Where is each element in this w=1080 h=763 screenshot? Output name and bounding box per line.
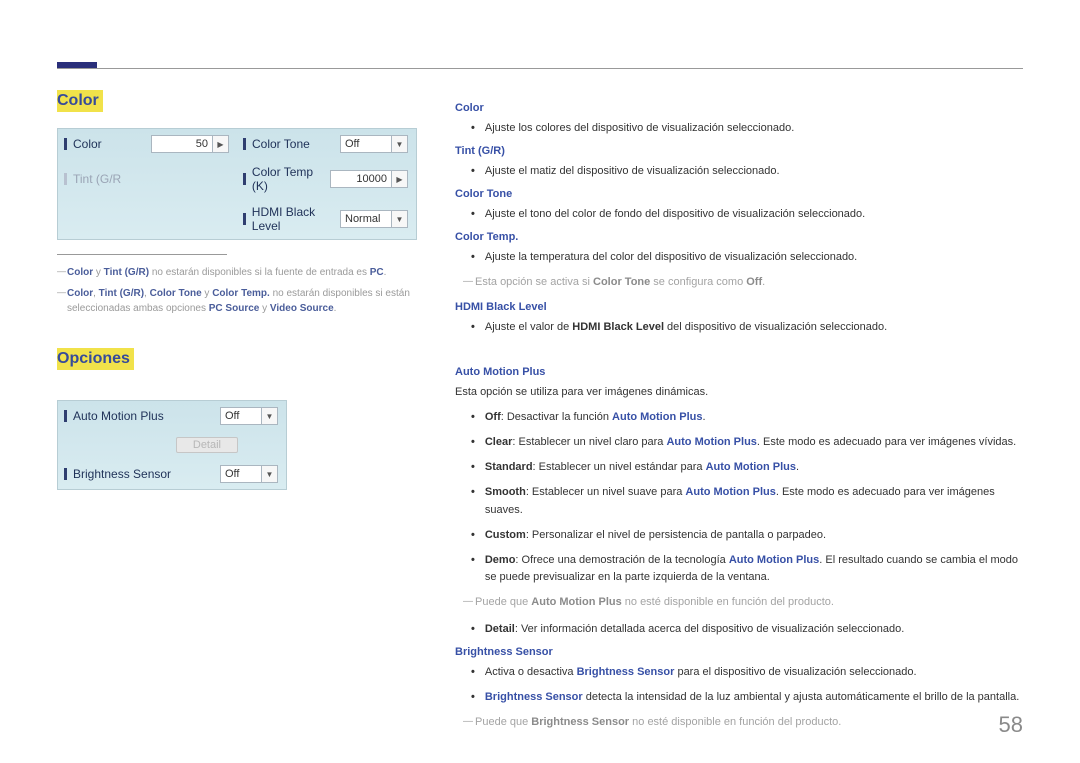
footnote-1: Color y Tint (G/R) no estarán disponible… [57, 265, 417, 280]
section-title-opciones: Opciones [57, 348, 134, 370]
note-bs: Puede que Brightness Sensor no esté disp… [463, 714, 1023, 731]
bullet: Demo: Ofrece una demostración de la tecn… [471, 552, 1023, 586]
hdmi-value[interactable]: Normal [340, 210, 392, 228]
bullet: Ajuste la temperatura del color del disp… [471, 249, 1023, 266]
temp-value[interactable]: 10000 [330, 170, 392, 188]
bullet: Ajuste el valor de HDMI Black Level del … [471, 319, 1023, 336]
temp-label-text: Color Temp (K) [252, 165, 330, 193]
bullet: Standard: Establecer un nivel estándar p… [471, 459, 1023, 476]
tint-label-text: Tint (G/R [73, 172, 121, 186]
opciones-panel: Auto Motion Plus Off ▼ Detail Brightness… [57, 400, 287, 490]
tone-label-text: Color Tone [252, 137, 310, 151]
hdmi-row: HDMI Black Level Normal ▼ [237, 199, 416, 239]
footnote-2: Color, Tint (G/R), Color Tone y Color Te… [57, 286, 417, 316]
bullet: Detail: Ver información detallada acerca… [471, 621, 1023, 638]
color-label-text: Color [73, 137, 102, 151]
triangle-right-icon[interactable]: ▶ [392, 170, 408, 188]
note-temp: Esta opción se activa si Color Tone se c… [463, 274, 1023, 291]
fn-kw: PC [370, 267, 384, 278]
head-tone: Color Tone [455, 188, 1023, 200]
head-amp: Auto Motion Plus [455, 366, 1023, 378]
hdmi-label: HDMI Black Level [243, 205, 340, 233]
bs-row: Brightness Sensor Off ▼ [58, 459, 286, 489]
bullet: Off: Desactivar la función Auto Motion P… [471, 409, 1023, 426]
amp-value[interactable]: Off [220, 407, 262, 425]
tone-value[interactable]: Off [340, 135, 392, 153]
note-amp: Puede que Auto Motion Plus no esté dispo… [463, 594, 1023, 611]
head-temp: Color Temp. [455, 231, 1023, 243]
bullet: Ajuste el tono del color de fondo del di… [471, 206, 1023, 223]
fn-kw: Video Source [270, 303, 334, 314]
bullet: Ajuste los colores del dispositivo de vi… [471, 120, 1023, 137]
head-bs: Brightness Sensor [455, 646, 1023, 658]
temp-label: Color Temp (K) [243, 165, 330, 193]
tint-label: Tint (G/R [64, 172, 121, 186]
fn-kw: Color [67, 288, 93, 299]
hdmi-label-text: HDMI Black Level [252, 205, 340, 233]
color-panel: Color 50 ▶ Color Tone Off ▼ Tint (G/R C [57, 128, 417, 240]
head-tint: Tint (G/R) [455, 145, 1023, 157]
chevron-down-icon[interactable]: ▼ [392, 135, 408, 153]
head-color: Color [455, 102, 1023, 114]
tone-label: Color Tone [243, 137, 310, 151]
chevron-down-icon[interactable]: ▼ [392, 210, 408, 228]
chevron-down-icon[interactable]: ▼ [262, 465, 278, 483]
detail-row: Detail [58, 431, 286, 459]
bullet: Brightness Sensor detecta la intensidad … [471, 689, 1023, 706]
fn-kw: Color Tone [150, 288, 202, 299]
bullet: Smooth: Establecer un nivel suave para A… [471, 484, 1023, 518]
footnote-separator [57, 254, 227, 255]
fn-kw: PC Source [209, 303, 260, 314]
fn-kw: Tint (G/R) [99, 288, 144, 299]
head-hdmi: HDMI Black Level [455, 301, 1023, 313]
fn-kw: Tint (G/R) [104, 267, 149, 278]
header-rule [57, 68, 1023, 69]
fn-kw: Color [67, 267, 93, 278]
chevron-down-icon[interactable]: ▼ [262, 407, 278, 425]
tone-row: Color Tone Off ▼ [237, 129, 416, 159]
section-title-color: Color [57, 90, 103, 112]
color-label: Color [64, 137, 102, 151]
amp-intro: Esta opción se utiliza para ver imágenes… [455, 384, 1023, 401]
bullet: Activa o desactiva Brightness Sensor par… [471, 664, 1023, 681]
bs-label-text: Brightness Sensor [73, 467, 171, 481]
bs-value[interactable]: Off [220, 465, 262, 483]
amp-label-text: Auto Motion Plus [73, 409, 164, 423]
fn-kw: Color Temp. [212, 288, 270, 299]
detail-button[interactable]: Detail [176, 437, 238, 453]
bs-label: Brightness Sensor [64, 467, 171, 481]
color-value[interactable]: 50 [151, 135, 213, 153]
tint-row: Tint (G/R [58, 159, 237, 199]
right-column: Color Ajuste los colores del dispositivo… [455, 98, 1023, 741]
left-column: Color Color 50 ▶ Color Tone Off ▼ Tint (… [57, 90, 417, 500]
bullet: Custom: Personalizar el nivel de persist… [471, 527, 1023, 544]
amp-label: Auto Motion Plus [64, 409, 164, 423]
temp-row: Color Temp (K) 10000 ▶ [237, 159, 416, 199]
bullet: Ajuste el matiz del dispositivo de visua… [471, 163, 1023, 180]
triangle-right-icon[interactable]: ▶ [213, 135, 229, 153]
page-number: 58 [999, 712, 1023, 738]
amp-row: Auto Motion Plus Off ▼ [58, 401, 286, 431]
color-row: Color 50 ▶ [58, 129, 237, 159]
bullet: Clear: Establecer un nivel claro para Au… [471, 434, 1023, 451]
